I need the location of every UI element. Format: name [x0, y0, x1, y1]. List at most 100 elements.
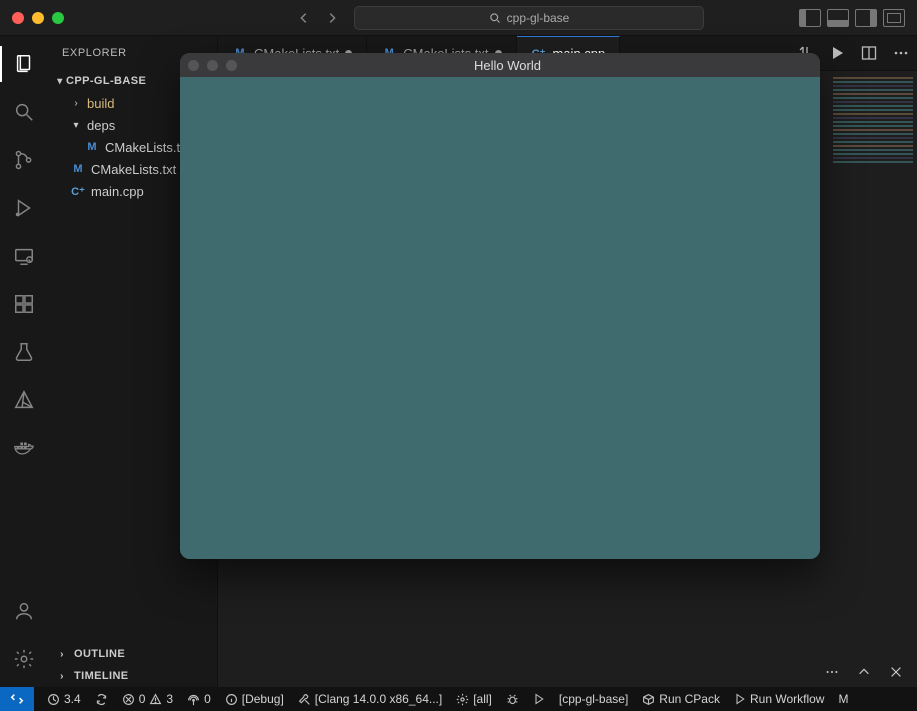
- history-nav: [292, 6, 344, 30]
- forward-button[interactable]: [320, 6, 344, 30]
- cmake-kit-text: [Clang 14.0.0 x86_64...]: [315, 692, 442, 706]
- status-cpack[interactable]: Run CPack: [635, 692, 727, 706]
- docker-activity-icon[interactable]: [0, 426, 48, 470]
- clock-icon: [47, 693, 60, 706]
- status-sync[interactable]: [88, 693, 115, 706]
- testing-activity-icon[interactable]: [0, 330, 48, 374]
- file-label: main.cpp: [91, 184, 144, 199]
- outline-section-header[interactable]: › OUTLINE: [48, 643, 217, 665]
- workflow-text: Run Workflow: [750, 692, 824, 706]
- window-traffic-lights: [12, 12, 64, 24]
- chevron-down-icon: ▾: [70, 120, 82, 131]
- timeline-label: TIMELINE: [74, 670, 129, 682]
- command-center-search[interactable]: cpp-gl-base: [354, 6, 704, 30]
- warning-icon: [149, 693, 162, 706]
- cpack-text: Run CPack: [659, 692, 720, 706]
- file-label: CMakeLists.txt: [91, 162, 176, 177]
- close-panel-icon[interactable]: [887, 663, 905, 681]
- run-file-icon[interactable]: [827, 43, 847, 63]
- bug-icon: [506, 693, 519, 706]
- hello-world-titlebar: Hello World: [180, 53, 820, 77]
- gear-icon: [456, 693, 469, 706]
- status-bar: 3.4 0 3 0 [Debug] [Clang 14.0.0 x86_64..…: [0, 687, 917, 711]
- trailing-text: M: [838, 692, 848, 706]
- accounts-activity-icon[interactable]: [0, 589, 48, 633]
- status-problems[interactable]: 0 3: [115, 692, 180, 706]
- file-label: CMakeLists.txt: [105, 140, 190, 155]
- search-activity-icon[interactable]: [0, 90, 48, 134]
- launch-target-text: [cpp-gl-base]: [559, 692, 628, 706]
- status-launch-target[interactable]: [cpp-gl-base]: [552, 692, 635, 706]
- status-trailing[interactable]: M: [831, 692, 855, 706]
- cmake-activity-icon[interactable]: [0, 378, 48, 422]
- command-center-text: cpp-gl-base: [507, 11, 570, 25]
- folder-label: deps: [87, 118, 115, 133]
- cmake-file-icon: M: [84, 141, 100, 153]
- app-close-button[interactable]: [188, 60, 199, 71]
- ports-count: 0: [204, 692, 211, 706]
- window-titlebar: cpp-gl-base: [0, 0, 917, 36]
- explorer-activity-icon[interactable]: [0, 42, 48, 86]
- remote-indicator[interactable]: [0, 687, 34, 711]
- toggle-primary-sidebar-icon[interactable]: [799, 9, 821, 27]
- error-count: 0: [139, 692, 146, 706]
- app-traffic-lights: [188, 60, 237, 71]
- toggle-secondary-sidebar-icon[interactable]: [855, 9, 877, 27]
- play-icon: [533, 693, 545, 705]
- outline-label: OUTLINE: [74, 648, 125, 660]
- cmake-config-text: [Debug]: [242, 692, 284, 706]
- status-debug-launch[interactable]: [499, 693, 526, 706]
- chevron-right-icon: ›: [70, 98, 82, 109]
- folder-label: build: [87, 96, 114, 111]
- play-icon: [734, 693, 746, 705]
- package-icon: [642, 693, 655, 706]
- minimize-window-button[interactable]: [32, 12, 44, 24]
- cmake-target-text: [all]: [473, 692, 492, 706]
- status-cmake-build[interactable]: [all]: [449, 692, 499, 706]
- panel-more-icon[interactable]: [823, 663, 841, 681]
- run-debug-activity-icon[interactable]: [0, 186, 48, 230]
- minimap[interactable]: [829, 71, 917, 657]
- app-maximize-button[interactable]: [226, 60, 237, 71]
- status-ports[interactable]: 0: [180, 692, 218, 706]
- chevron-down-icon: ▾: [54, 76, 66, 87]
- warning-count: 3: [166, 692, 173, 706]
- project-name: CPP-GL-BASE: [66, 75, 146, 87]
- back-button[interactable]: [292, 6, 316, 30]
- status-cmake-config[interactable]: [Debug]: [218, 692, 291, 706]
- maximize-window-button[interactable]: [52, 12, 64, 24]
- customize-layout-icon[interactable]: [883, 9, 905, 27]
- sync-icon: [95, 693, 108, 706]
- panel-toolbar: [218, 657, 917, 687]
- settings-activity-icon[interactable]: [0, 637, 48, 681]
- error-icon: [122, 693, 135, 706]
- timeline-section-header[interactable]: › TIMELINE: [48, 665, 217, 687]
- status-launch[interactable]: [526, 693, 552, 705]
- layout-controls: [799, 9, 905, 27]
- tools-icon: [298, 693, 311, 706]
- activity-bar: [0, 36, 48, 687]
- chevron-right-icon: ›: [56, 671, 68, 682]
- status-workflow[interactable]: Run Workflow: [727, 692, 831, 706]
- status-cmake-kit[interactable]: [Clang 14.0.0 x86_64...]: [291, 692, 449, 706]
- toggle-panel-icon[interactable]: [827, 9, 849, 27]
- status-clock[interactable]: 3.4: [40, 692, 88, 706]
- source-control-activity-icon[interactable]: [0, 138, 48, 182]
- maximize-panel-icon[interactable]: [855, 663, 873, 681]
- extensions-activity-icon[interactable]: [0, 282, 48, 326]
- close-window-button[interactable]: [12, 12, 24, 24]
- search-icon: [489, 12, 501, 24]
- radio-tower-icon: [187, 693, 200, 706]
- chevron-right-icon: ›: [56, 649, 68, 660]
- hello-world-app-window[interactable]: Hello World: [180, 53, 820, 559]
- info-icon: [225, 693, 238, 706]
- split-editor-icon[interactable]: [859, 43, 879, 63]
- hello-world-canvas: [180, 77, 820, 559]
- remote-explorer-activity-icon[interactable]: [0, 234, 48, 278]
- status-clock-text: 3.4: [64, 692, 81, 706]
- app-minimize-button[interactable]: [207, 60, 218, 71]
- sidebar-collapsed-sections: › OUTLINE › TIMELINE: [48, 643, 217, 687]
- cpp-file-icon: C⁺: [70, 185, 86, 198]
- more-actions-icon[interactable]: [891, 43, 911, 63]
- app-window-title: Hello World: [474, 58, 541, 73]
